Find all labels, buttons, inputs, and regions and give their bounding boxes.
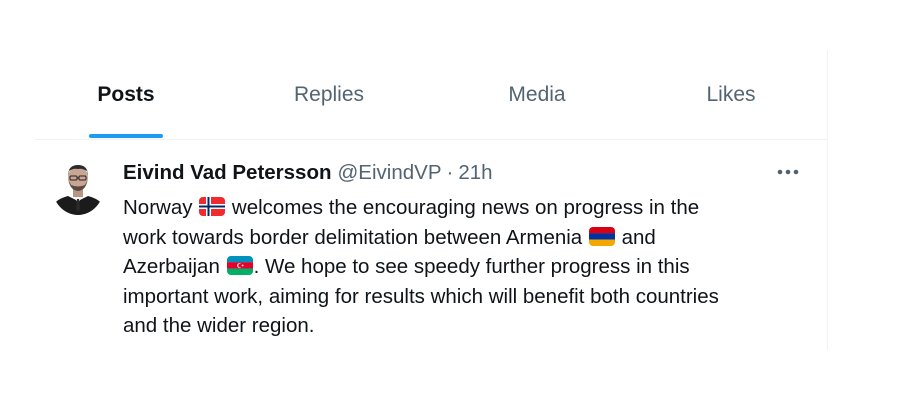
more-horizontal-icon	[777, 169, 799, 175]
avatar[interactable]	[52, 157, 104, 215]
post-text-segment: Norway	[123, 196, 193, 219]
tab-media[interactable]: Media	[439, 50, 635, 139]
post-text-segment: and	[621, 225, 656, 249]
norway-flag-icon	[199, 197, 226, 216]
profile-timeline-panel: Posts Replies Media Likes Eivind Vad Pet…	[35, 50, 828, 350]
post-text: Norway welcomes the encouraging news on …	[123, 193, 813, 341]
more-options-button[interactable]	[775, 158, 801, 186]
post-timestamp[interactable]: 21h	[458, 161, 492, 185]
author-name[interactable]: Eivind Vad Petersson	[123, 161, 332, 185]
armenia-flag-icon	[588, 226, 615, 246]
post-text-segment: and the wider region.	[123, 314, 315, 337]
tab-posts-label: Posts	[97, 82, 155, 106]
tab-posts[interactable]: Posts	[35, 50, 217, 139]
post-text-line: work towards border delimitation between…	[123, 223, 813, 253]
post-text-segment: Azerbaijan	[123, 255, 220, 278]
post-text-segment: . We hope to see speedy further progress…	[253, 255, 690, 278]
meta-separator: ·	[446, 161, 454, 184]
post-header: Eivind Vad Petersson @EivindVP · 21h	[123, 159, 493, 187]
tab-replies[interactable]: Replies	[231, 50, 427, 139]
tab-likes[interactable]: Likes	[635, 50, 827, 139]
post-text-segment: welcomes the encouraging news on progres…	[231, 196, 700, 219]
author-handle[interactable]: @EivindVP	[338, 161, 442, 185]
post-text-line: Norway welcomes the encouraging news on …	[123, 193, 813, 223]
post-text-line: important work, aiming for results which…	[123, 282, 813, 312]
tab-likes-label: Likes	[706, 82, 756, 106]
post-text-segment: important work, aiming for results which…	[123, 284, 719, 308]
tab-media-label: Media	[508, 82, 566, 106]
post-text-line: Azerbaijan . We hope to see speedy furth…	[123, 252, 813, 282]
azerbaijan-flag-icon	[226, 256, 253, 275]
tab-replies-label: Replies	[293, 82, 365, 106]
active-tab-indicator	[89, 134, 163, 138]
post-text-line: and the wider region.	[123, 311, 813, 341]
post-text-segment: work towards border delimitation between…	[123, 225, 583, 249]
profile-tabs: Posts Replies Media Likes	[35, 50, 827, 140]
